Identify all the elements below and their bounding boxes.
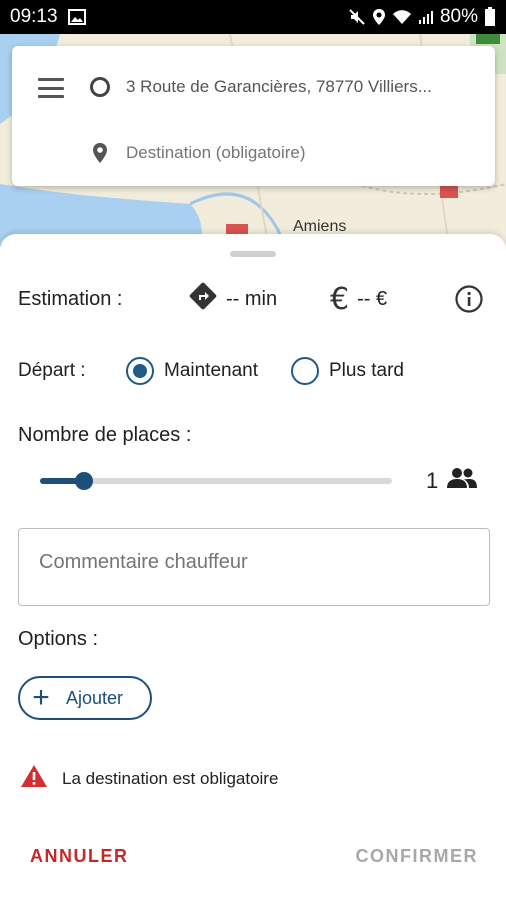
battery-icon xyxy=(484,7,496,27)
location-icon xyxy=(372,8,386,26)
destination-field[interactable] xyxy=(90,138,477,168)
status-bar: 09:13 80% xyxy=(0,0,506,34)
people-icon xyxy=(446,467,478,495)
driver-comment-field[interactable] xyxy=(18,528,490,606)
status-time: 09:13 xyxy=(10,6,58,27)
location-pin-icon xyxy=(90,142,110,164)
estimation-time: -- min xyxy=(188,281,277,317)
destination-warning: La destination est obligatoire xyxy=(20,764,278,793)
radio-later-label: Plus tard xyxy=(329,360,404,381)
image-icon xyxy=(67,9,86,25)
signal-icon xyxy=(418,9,434,25)
radio-now-label: Maintenant xyxy=(164,360,259,381)
estimation-price-value: -- € xyxy=(357,287,388,310)
estimation-label: Estimation : xyxy=(18,287,123,310)
euro-icon: € xyxy=(330,281,350,317)
destination-input[interactable] xyxy=(126,143,477,163)
add-option-label: Ajouter xyxy=(66,687,124,708)
battery-percent: 80% xyxy=(439,6,478,27)
estimation-row: Estimation : -- min € -- € xyxy=(18,281,484,317)
radio-later[interactable]: Plus tard xyxy=(291,357,404,385)
origin-field[interactable]: 3 Route de Garancières, 78770 Villiers..… xyxy=(90,72,477,102)
info-icon[interactable] xyxy=(454,284,484,320)
radio-now[interactable]: Maintenant xyxy=(126,357,258,385)
places-count: 1 xyxy=(426,467,478,495)
departure-label: Départ : xyxy=(18,360,86,381)
estimation-price: € -- € xyxy=(330,282,387,317)
menu-button[interactable] xyxy=(36,76,66,100)
wifi-icon xyxy=(392,9,412,25)
driver-comment-input[interactable] xyxy=(39,551,459,574)
radio-later-indicator[interactable] xyxy=(291,357,319,385)
estimation-time-value: -- min xyxy=(226,287,278,310)
origin-address: 3 Route de Garancières, 78770 Villiers..… xyxy=(126,77,432,96)
places-value: 1 xyxy=(426,468,439,493)
places-label: Nombre de places : xyxy=(18,424,192,446)
add-option-button[interactable]: + Ajouter xyxy=(18,676,152,720)
places-slider[interactable] xyxy=(40,472,392,490)
route-search-card: 3 Route de Garancières, 78770 Villiers..… xyxy=(12,46,495,186)
mute-icon xyxy=(348,8,366,26)
booking-sheet: Estimation : -- min € -- € Départ : Main… xyxy=(0,234,506,900)
plus-icon: + xyxy=(32,681,50,714)
warning-icon xyxy=(20,764,48,793)
origin-circle-icon xyxy=(90,77,110,97)
radio-now-indicator[interactable] xyxy=(126,357,154,385)
slider-thumb[interactable] xyxy=(75,472,93,490)
confirm-button[interactable]: CONFIRMER xyxy=(356,846,479,867)
directions-icon xyxy=(188,281,218,317)
warning-text: La destination est obligatoire xyxy=(62,768,279,788)
options-label: Options : xyxy=(18,628,99,650)
cancel-button[interactable]: ANNULER xyxy=(30,846,129,867)
departure-row: Départ : Maintenant Plus tard xyxy=(18,356,488,386)
drag-handle[interactable] xyxy=(230,251,276,257)
